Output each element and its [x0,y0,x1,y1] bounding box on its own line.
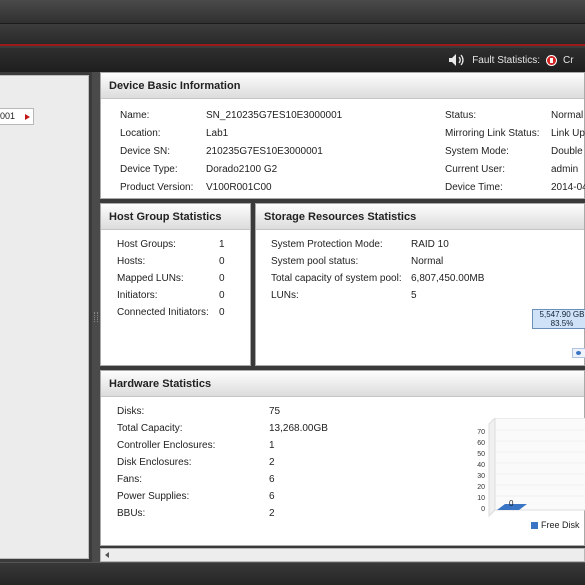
label: Total capacity of system pool: [271,273,402,284]
label: System Protection Mode: [271,239,383,250]
label: Status: [445,110,477,121]
value: RAID 10 [411,239,449,250]
label: Hosts: [117,256,146,267]
device-tree: 001 [0,75,89,559]
label: LUNs: [271,290,299,301]
value: 0 [219,273,225,284]
value: 6 [269,491,275,502]
navigation-panel: 001 [0,72,92,562]
label: Disks: [117,406,145,417]
value: admin [551,164,579,175]
fault-statistics[interactable]: Fault Statistics: Cr [448,53,585,67]
label: Device SN: [120,146,171,157]
splitter-grip-icon[interactable] [94,312,98,322]
value: Normal [411,256,444,267]
horizontal-scrollbar[interactable] [100,548,585,562]
y-tick: 50 [477,451,485,458]
value: Dorado2100 G2 [206,164,278,175]
tooltip-capacity: 5,547.90 GB [539,310,585,319]
host-group-statistics-panel: Host Group Statistics Host Groups: 1 Hos… [100,203,251,366]
label: Host Groups: [117,239,176,250]
panel-title: Host Group Statistics [101,204,250,230]
disk-chart: 70 60 50 40 30 20 10 0 0 [477,418,585,518]
value: Normal [551,110,584,121]
panel-title: Device Basic Information [101,73,584,99]
value: 6,807,450.00MB [411,273,485,284]
legend-toggle-icon[interactable] [572,348,585,358]
value: 75 [269,406,281,417]
value: Lab1 [206,128,229,139]
expand-arrow-icon[interactable] [25,114,30,120]
tree-node-label: 001 [0,111,16,121]
label: Disk Enclosures: [117,457,192,468]
y-tick: 0 [481,506,485,513]
label: Mirroring Link Status: [445,128,540,139]
menu-bar [0,24,585,46]
value: 2 [269,457,275,468]
value: 0 [219,290,225,301]
value: Double [551,146,583,157]
capacity-tooltip: 5,547.90 GB 83.5% [532,309,585,329]
label: BBUs: [117,508,146,519]
status-toolbar: Fault Statistics: Cr [0,48,585,72]
value: SN_210235G7ES10E3000001 [206,110,343,121]
label: Initiators: [117,290,158,301]
value: 5 [411,290,417,301]
value: 0 [219,256,225,267]
label: Mapped LUNs: [117,273,184,284]
value: 1 [269,440,275,451]
label: System pool status: [271,256,359,267]
value: 0 [219,307,225,318]
tree-node-device[interactable]: 001 [0,108,34,125]
label: Product Version: [120,182,194,193]
y-tick: 40 [477,462,485,469]
value: 6 [269,474,275,485]
label: Controller Enclosures: [117,440,216,451]
bar-value-label: 0 [509,499,514,508]
label: Device Time: [445,182,503,193]
label: Name: [120,110,150,121]
label: Connected Initiators: [117,307,209,318]
hardware-statistics-panel: Hardware Statistics Disks: 75 Total Capa… [100,370,585,546]
critical-label: Cr [563,54,574,66]
title-bar [0,0,585,24]
value: 13,268.00GB [269,423,328,434]
value: 210235G7ES10E3000001 [206,146,323,157]
y-tick: 60 [477,440,485,447]
legend-swatch [531,521,538,529]
device-basic-info-panel: Device Basic Information Name: SN_210235… [100,72,585,199]
value: 2 [269,508,275,519]
label: Current User: [445,164,506,175]
y-tick: 20 [477,484,485,491]
label: System Mode: [445,146,509,157]
tooltip-percent: 83.5% [550,319,574,328]
critical-alarm-icon[interactable] [546,54,557,66]
label: Location: [120,128,161,139]
bottom-bar [0,562,585,585]
y-tick: 70 [477,429,485,436]
label: Total Capacity: [117,423,183,434]
legend-label: Free Disk [541,520,580,530]
value: 2014-04 [551,182,585,193]
panel-splitter[interactable] [92,72,100,562]
panel-title: Storage Resources Statistics [256,204,584,230]
y-tick: 10 [477,495,485,502]
label: Fans: [117,474,143,485]
speaker-icon[interactable] [448,53,466,67]
storage-resources-statistics-panel: Storage Resources Statistics System Prot… [255,203,585,366]
fault-statistics-label: Fault Statistics: [472,54,540,66]
panel-title: Hardware Statistics [101,371,584,397]
value: 1 [219,239,225,250]
chart-legend: Free Disk [531,520,580,530]
value: V100R001C00 [206,182,272,193]
y-tick: 30 [477,473,485,480]
scroll-left-icon[interactable] [105,552,109,558]
label: Device Type: [120,164,178,175]
label: Power Supplies: [117,491,190,502]
main-content: Device Basic Information Name: SN_210235… [100,72,585,562]
value: Link Up [551,128,585,139]
